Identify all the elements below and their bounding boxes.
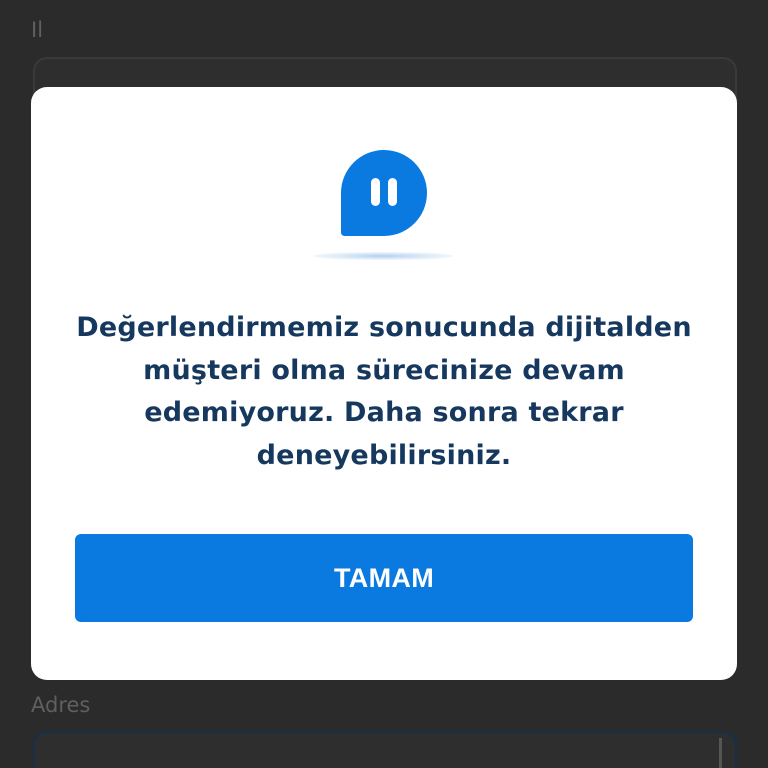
dialog-message: Değerlendirmemiz sonucunda dijitalden mü… [76, 312, 692, 471]
icon-shadow [313, 252, 453, 260]
pause-chat-bubble-icon [341, 150, 427, 236]
ok-button[interactable]: TAMAM [75, 534, 693, 622]
scrollbar-thumb [719, 738, 722, 768]
address-field-label: Adres [31, 693, 91, 717]
address-field[interactable] [33, 731, 737, 768]
alert-dialog: Değerlendirmemiz sonucunda dijitalden mü… [31, 87, 737, 680]
city-field-label: Il [31, 18, 44, 42]
screen: Il Adres Değerlendirmemiz sonucunda diji… [0, 0, 768, 768]
